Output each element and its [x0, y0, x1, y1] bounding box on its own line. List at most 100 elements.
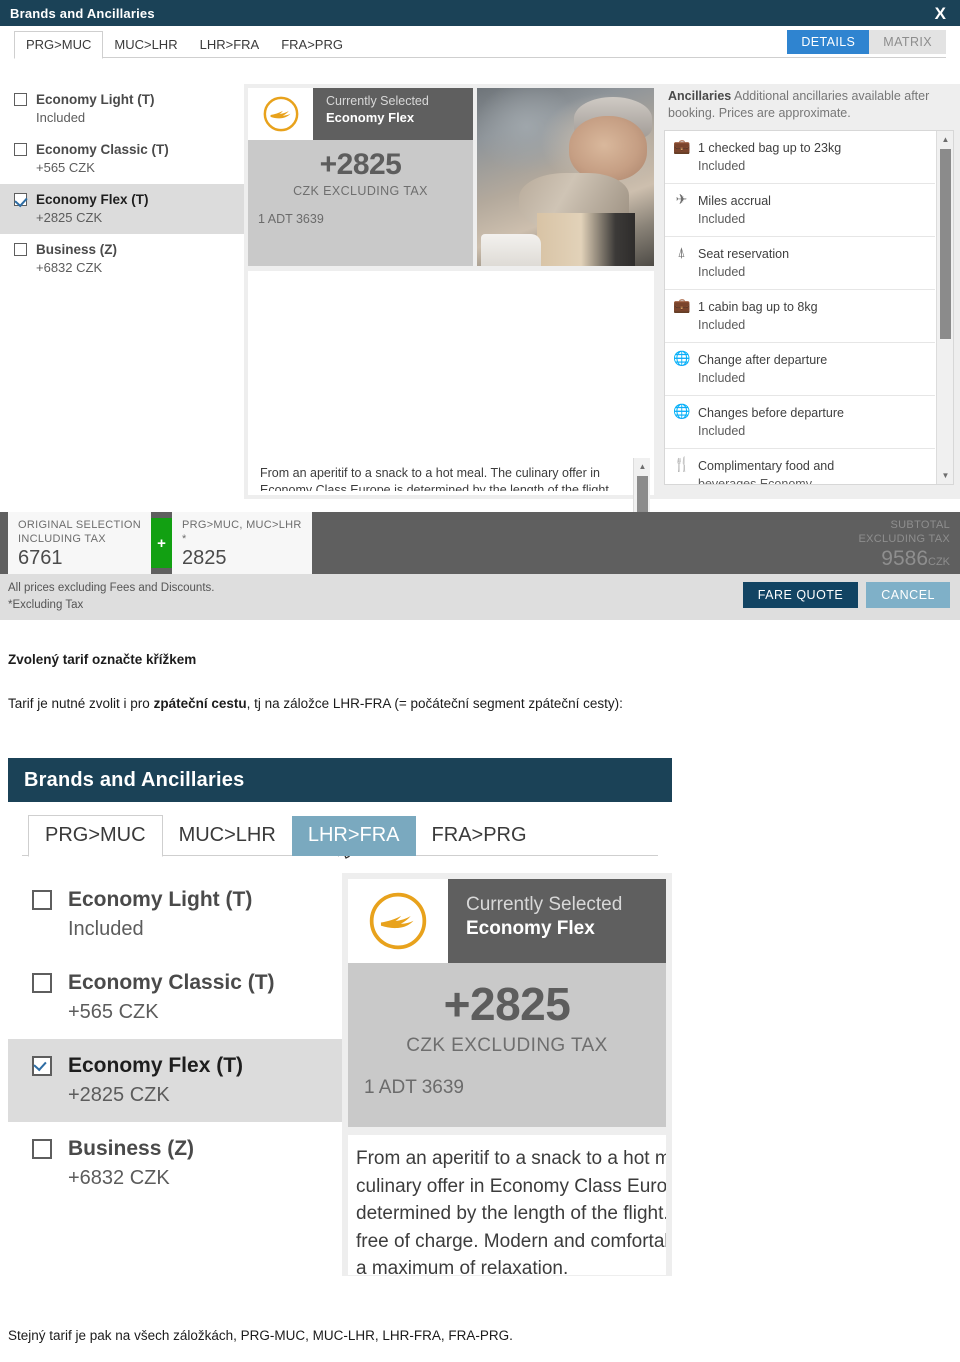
subtotal-block: SUBTOTAL EXCLUDING TAX 9586CZK: [858, 518, 950, 570]
subtotal-currency: CZK: [928, 555, 950, 568]
instruction-text-bold: zpáteční cestu: [153, 696, 247, 711]
brand-photo: [477, 88, 654, 266]
tab-lhr-fra-2[interactable]: LHR>FRA: [291, 816, 416, 856]
ancillaries-heading: Ancillaries Additional ancillaries avail…: [664, 86, 954, 122]
globe-icon: 🌐: [673, 402, 691, 419]
currently-selected-label-2: Currently Selected: [466, 894, 623, 915]
fare-checkbox[interactable]: [32, 890, 52, 910]
fare-list-2: Economy Light (T) Included Economy Class…: [8, 873, 342, 1276]
tab-prg-muc-2[interactable]: PRG>MUC: [28, 815, 163, 857]
lufthansa-crane-icon: [263, 96, 298, 132]
ancillaries-scrollbar[interactable]: ▲ ▼: [936, 130, 953, 484]
details-view-button[interactable]: DETAILS: [787, 30, 870, 54]
currently-selected-box-2: Currently Selected Economy Flex: [448, 879, 666, 963]
brand-price-note: CZK EXCLUDING TAX: [293, 184, 428, 198]
matrix-view-button[interactable]: MATRIX: [869, 30, 946, 54]
suitcase-icon: 💼: [673, 296, 691, 313]
brand-summary-card: Currently Selected Economy Flex +2825 CZ…: [248, 88, 473, 266]
fare-name: Economy Light (T): [36, 92, 155, 107]
passenger-fare-line-2: 1 ADT 3639: [364, 1077, 465, 1098]
fare-option-business[interactable]: Business (Z) +6832 CZK: [0, 234, 244, 284]
ancillary-title: Complimentary food and: [698, 458, 835, 473]
fare-option-economy-classic-2[interactable]: Economy Classic (T) +565 CZK: [8, 956, 342, 1039]
brand-price: +2825: [319, 148, 402, 181]
brands-and-ancillaries-window-top: Brands and Ancillaries X PRG>MUC MUC>LHR…: [0, 0, 960, 620]
tab-muc-lhr-2[interactable]: MUC>LHR: [163, 816, 292, 856]
scroll-up-icon[interactable]: ▲: [937, 131, 953, 148]
instruction-text-before: Tarif je nutné zvolit i pro: [8, 696, 154, 711]
added-segments-value: 2825: [181, 547, 227, 570]
added-segments-card: PRG>MUC, MUC>LHR * 2825: [171, 511, 312, 575]
cutlery-icon: 🍴: [673, 455, 691, 472]
scrollbar-thumb[interactable]: [940, 148, 951, 339]
airline-logo-2: [348, 879, 448, 963]
added-segments-label: PRG>MUC, MUC>LHR: [181, 518, 302, 531]
fare-name: Economy Classic (T): [36, 142, 169, 157]
fare-quote-button[interactable]: FARE QUOTE: [742, 582, 859, 608]
ancillary-row: 💼 1 cabin bag up to 8kg Included: [665, 290, 935, 343]
fare-checkbox[interactable]: [32, 1056, 52, 1076]
fare-list: Economy Light (T) Included Economy Class…: [0, 84, 244, 499]
tab-lhr-fra[interactable]: LHR>FRA: [189, 32, 271, 58]
ancillary-title: Changes before departure: [698, 405, 844, 420]
scroll-down-icon[interactable]: ▼: [937, 467, 953, 484]
original-selection-label-1: ORIGINAL SELECTION: [18, 518, 141, 531]
ancillaries-heading-bold: Ancillaries: [668, 89, 732, 103]
fare-option-economy-flex-2[interactable]: Economy Flex (T) +2825 CZK: [8, 1039, 342, 1122]
ancillary-row: 🌐 Changes before departure Included: [665, 396, 935, 449]
brand-price-2: +2825: [443, 978, 571, 1030]
passenger-fare-line: 1 ADT 3639: [258, 212, 324, 226]
close-icon[interactable]: X: [935, 5, 952, 22]
tab-fra-prg[interactable]: FRA>PRG: [270, 32, 354, 58]
scroll-up-icon[interactable]: ▲: [634, 458, 651, 475]
fare-option-economy-light[interactable]: Economy Light (T) Included: [0, 84, 244, 134]
fare-price: +2825 CZK: [36, 210, 103, 225]
tab-prg-muc[interactable]: PRG>MUC: [14, 31, 104, 59]
footer-note-1: All prices excluding Fees and Discounts.: [8, 581, 215, 594]
fare-option-economy-classic[interactable]: Economy Classic (T) +565 CZK: [0, 134, 244, 184]
tab-fra-prg-2[interactable]: FRA>PRG: [416, 816, 543, 856]
fare-name: Business (Z): [68, 1137, 195, 1160]
fare-checkbox[interactable]: [14, 93, 27, 106]
ancillary-title: 1 cabin bag up to 8kg: [698, 299, 818, 314]
suitcase-icon: 💼: [673, 137, 691, 154]
original-selection-label-2: INCLUDING TAX: [18, 533, 106, 545]
tab-muc-lhr[interactable]: MUC>LHR: [103, 32, 188, 58]
fare-option-economy-light-2[interactable]: Economy Light (T) Included: [8, 873, 342, 956]
fare-price: +565 CZK: [36, 160, 95, 175]
ancillary-row: ✈ Miles accrual Included: [665, 184, 935, 237]
ancillary-status: Included: [698, 264, 746, 279]
fare-option-business-2[interactable]: Business (Z) +6832 CZK: [8, 1122, 342, 1205]
segment-tabstrip-2: PRG>MUC MUC>LHR LHR>FRA FRA>PRG: [8, 802, 672, 857]
fare-price: Included: [68, 918, 144, 940]
ancillary-title: Change after departure: [698, 352, 828, 367]
ancillary-row: 🍴 Complimentary food and beverages Econo…: [665, 449, 935, 484]
ancillaries-list: 💼 1 checked bag up to 23kg Included ✈ Mi…: [664, 129, 954, 485]
ancillary-title: Miles accrual: [698, 193, 771, 208]
instruction-heading: Zvolený tarif označte křížkem: [8, 652, 197, 667]
lufthansa-crane-icon: [369, 892, 427, 950]
brand-description-text: From an aperitif to a snack to a hot mea…: [260, 466, 613, 491]
fare-checkbox[interactable]: [32, 1139, 52, 1159]
cancel-button[interactable]: CANCEL: [866, 582, 950, 608]
fare-price: Included: [36, 110, 86, 125]
currently-selected-label: Currently Selected: [326, 94, 429, 108]
plus-icon: +: [150, 518, 172, 568]
brand-description-text-2: From an aperitif to a snack to a hot mea…: [356, 1148, 666, 1275]
fare-checkbox[interactable]: [14, 243, 27, 256]
fare-checkbox[interactable]: [14, 193, 27, 206]
window-titlebar-2: Brands and Ancillaries: [8, 758, 672, 802]
segment-tabstrip: PRG>MUC MUC>LHR LHR>FRA FRA>PRG DETAILS …: [0, 26, 960, 59]
instruction-text-after: , tj na záložce LHR-FRA (= počáteční seg…: [246, 696, 623, 711]
ancillary-status: Included: [698, 317, 746, 332]
fare-checkbox[interactable]: [32, 973, 52, 993]
brand-description-box: From an aperitif to a snack to a hot mea…: [248, 271, 654, 620]
miles-plane-icon: ✈: [675, 190, 688, 207]
selected-brand-name-2: Economy Flex: [466, 917, 595, 939]
brand-detail-panel: Currently Selected Economy Flex +2825 CZ…: [244, 84, 658, 620]
ancillary-status: Included: [698, 370, 746, 385]
original-selection-card: ORIGINAL SELECTION INCLUDING TAX 6761: [8, 511, 151, 575]
fare-checkbox[interactable]: [14, 143, 27, 156]
fare-option-economy-flex[interactable]: Economy Flex (T) +2825 CZK: [0, 184, 244, 234]
ancillaries-panel: Ancillaries Additional ancillaries avail…: [658, 84, 960, 499]
